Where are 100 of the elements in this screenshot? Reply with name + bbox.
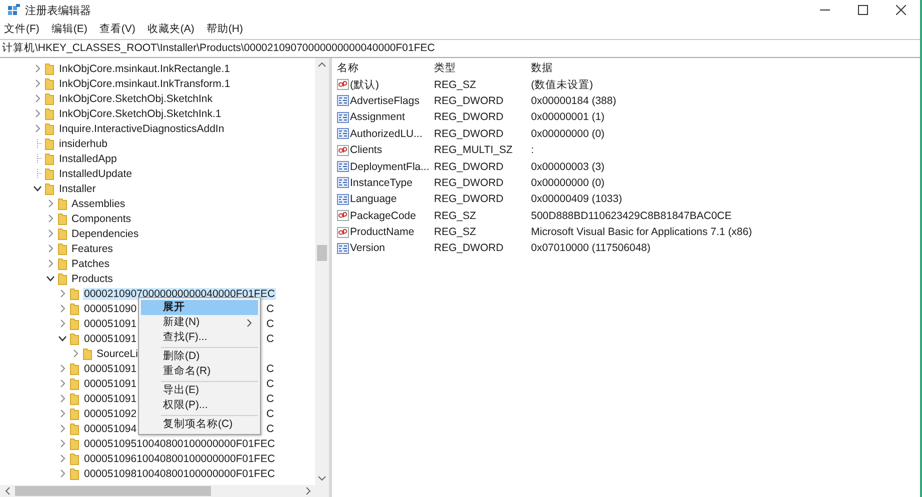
context-menu-item[interactable]: 导出(E) bbox=[141, 383, 258, 398]
address-field[interactable]: 计算机\HKEY_CLASSES_ROOT\Installer\Products\00002109070000000000040000F01FEC bbox=[0, 39, 920, 58]
folder-icon bbox=[70, 438, 79, 450]
maximize-icon[interactable] bbox=[858, 5, 868, 15]
close-icon[interactable] bbox=[896, 5, 906, 15]
chevron-down-icon[interactable] bbox=[33, 184, 42, 193]
chevron-right-icon[interactable] bbox=[58, 394, 67, 403]
scroll-up-icon[interactable] bbox=[318, 62, 326, 67]
tree-item[interactable]: InkObjCore.SketchObj.SketchInk bbox=[58, 92, 214, 104]
tree-item[interactable]: 000051091 bbox=[83, 332, 138, 344]
folder-icon bbox=[70, 318, 79, 330]
tree-item[interactable]: insiderhub bbox=[58, 138, 108, 150]
context-menu-item[interactable]: 权限(P)... bbox=[141, 398, 258, 413]
chevron-right-icon[interactable] bbox=[46, 214, 54, 223]
tree-item[interactable]: InkObjCore.msinkaut.InkTransform.1 bbox=[58, 78, 232, 90]
tree-item-text: C bbox=[266, 392, 274, 404]
menu-item[interactable]: 文件(F) bbox=[4, 22, 40, 36]
value-name[interactable]: Version bbox=[350, 242, 386, 254]
chevron-right-icon[interactable] bbox=[58, 304, 67, 313]
column-header[interactable]: 类型 bbox=[434, 61, 531, 76]
folder-icon bbox=[70, 468, 79, 480]
menu-item[interactable]: 帮助(H) bbox=[206, 22, 243, 36]
chevron-right-icon[interactable] bbox=[58, 319, 67, 328]
tree-item[interactable]: 000051091 bbox=[83, 318, 138, 330]
tree-item[interactable]: InkObjCore.SketchObj.SketchInk.1 bbox=[58, 108, 222, 120]
tree-item[interactable]: SourceLi bbox=[96, 348, 139, 360]
chevron-right-icon[interactable] bbox=[33, 79, 42, 88]
column-header[interactable]: 名称 bbox=[337, 61, 434, 76]
vertical-scrollbar[interactable] bbox=[315, 58, 329, 485]
value-name[interactable]: Language bbox=[350, 193, 397, 206]
context-menu-item[interactable]: 展开 bbox=[141, 300, 258, 315]
tree-item[interactable]: 000051091 bbox=[83, 392, 138, 404]
tree-item[interactable]: Dependencies bbox=[70, 228, 140, 240]
value-type: REG_DWORD bbox=[434, 193, 504, 206]
chevron-down-icon[interactable] bbox=[46, 274, 54, 283]
context-menu-item[interactable]: 新建(N) bbox=[141, 315, 258, 330]
context-menu-item[interactable]: 复制项名称(C) bbox=[141, 417, 258, 432]
value-name[interactable]: ProductName bbox=[350, 226, 414, 238]
tree-item[interactable]: 00005109510040800100000000F01FEC bbox=[83, 438, 276, 450]
scrollbar-thumb[interactable] bbox=[317, 245, 327, 261]
value-name[interactable]: Clients bbox=[350, 144, 382, 156]
tree-item[interactable]: InstalledApp bbox=[58, 152, 118, 164]
tree-item[interactable]: 00005109610040800100000000F01FEC bbox=[83, 452, 276, 464]
folder-icon bbox=[45, 168, 54, 180]
tree-item[interactable]: 000051091 bbox=[83, 362, 138, 374]
scrollbar-thumb[interactable] bbox=[15, 486, 211, 496]
chevron-right-icon[interactable] bbox=[58, 469, 67, 478]
tree-item[interactable]: 000051091 bbox=[83, 378, 138, 390]
context-menu-item[interactable]: 删除(D) bbox=[141, 349, 258, 364]
window-title: 注册表编辑器 bbox=[25, 4, 91, 18]
tree-item[interactable]: Products bbox=[70, 272, 114, 284]
value-name[interactable]: (默认) bbox=[350, 78, 379, 92]
chevron-right-icon[interactable] bbox=[46, 259, 54, 268]
tree-item[interactable]: Features bbox=[70, 242, 114, 254]
chevron-right-icon[interactable] bbox=[58, 379, 67, 388]
chevron-right-icon[interactable] bbox=[33, 124, 42, 133]
scroll-down-icon[interactable] bbox=[318, 476, 326, 481]
value-name[interactable]: DeploymentFla... bbox=[350, 160, 430, 173]
horizontal-scrollbar[interactable] bbox=[0, 485, 329, 497]
chevron-right-icon[interactable] bbox=[33, 94, 42, 103]
tree-item[interactable]: 000051094 bbox=[83, 422, 138, 434]
chevron-right-icon[interactable] bbox=[58, 409, 67, 418]
tree-item[interactable]: Patches bbox=[70, 258, 110, 270]
menu-item[interactable]: 查看(V) bbox=[99, 22, 136, 36]
chevron-right-icon[interactable] bbox=[33, 64, 42, 73]
chevron-right-icon[interactable] bbox=[70, 349, 80, 358]
chevron-right-icon[interactable] bbox=[58, 424, 67, 433]
chevron-right-icon[interactable] bbox=[58, 364, 67, 373]
chevron-right-icon[interactable] bbox=[33, 109, 42, 118]
tree-item[interactable]: 000051090 bbox=[83, 302, 138, 314]
tree-item[interactable]: Assemblies bbox=[70, 198, 126, 210]
value-name[interactable]: Assignment bbox=[350, 111, 405, 124]
scroll-left-icon[interactable] bbox=[5, 487, 10, 495]
scroll-right-icon[interactable] bbox=[306, 487, 311, 495]
chevron-right-icon[interactable] bbox=[58, 439, 67, 448]
context-menu-item[interactable]: 查找(F)... bbox=[141, 330, 258, 345]
chevron-right-icon[interactable] bbox=[58, 454, 67, 463]
menu-item[interactable]: 编辑(E) bbox=[51, 22, 88, 36]
value-name[interactable]: AuthorizedLU... bbox=[350, 128, 422, 140]
tree-item[interactable]: Installer bbox=[58, 182, 97, 194]
tree-item[interactable]: InkObjCore.msinkaut.InkRectangle.1 bbox=[58, 62, 231, 74]
tree-item[interactable]: 000051092 bbox=[83, 408, 138, 420]
value-type: REG_DWORD bbox=[434, 176, 504, 189]
value-name[interactable]: PackageCode bbox=[350, 210, 416, 222]
context-menu-item[interactable]: 重命名(R) bbox=[141, 364, 258, 379]
value-name[interactable]: InstanceType bbox=[350, 176, 412, 189]
chevron-right-icon[interactable] bbox=[46, 229, 54, 238]
tree-item[interactable]: 00005109810040800100000000F01FEC bbox=[83, 468, 276, 480]
tree-item[interactable]: Inquire.InteractiveDiagnosticsAddIn bbox=[58, 122, 226, 134]
chevron-right-icon[interactable] bbox=[58, 289, 67, 298]
menu-item[interactable]: 收藏夹(A) bbox=[147, 22, 194, 36]
chevron-down-icon[interactable] bbox=[58, 334, 67, 343]
column-header[interactable]: 数据 bbox=[531, 61, 553, 76]
folder-icon bbox=[70, 378, 79, 390]
value-name[interactable]: AdvertiseFlags bbox=[350, 94, 420, 107]
tree-item[interactable]: InstalledUpdate bbox=[58, 168, 133, 180]
chevron-right-icon[interactable] bbox=[46, 199, 54, 208]
folder-icon bbox=[45, 108, 54, 120]
chevron-right-icon[interactable] bbox=[46, 244, 54, 253]
tree-item[interactable]: Components bbox=[70, 212, 132, 224]
